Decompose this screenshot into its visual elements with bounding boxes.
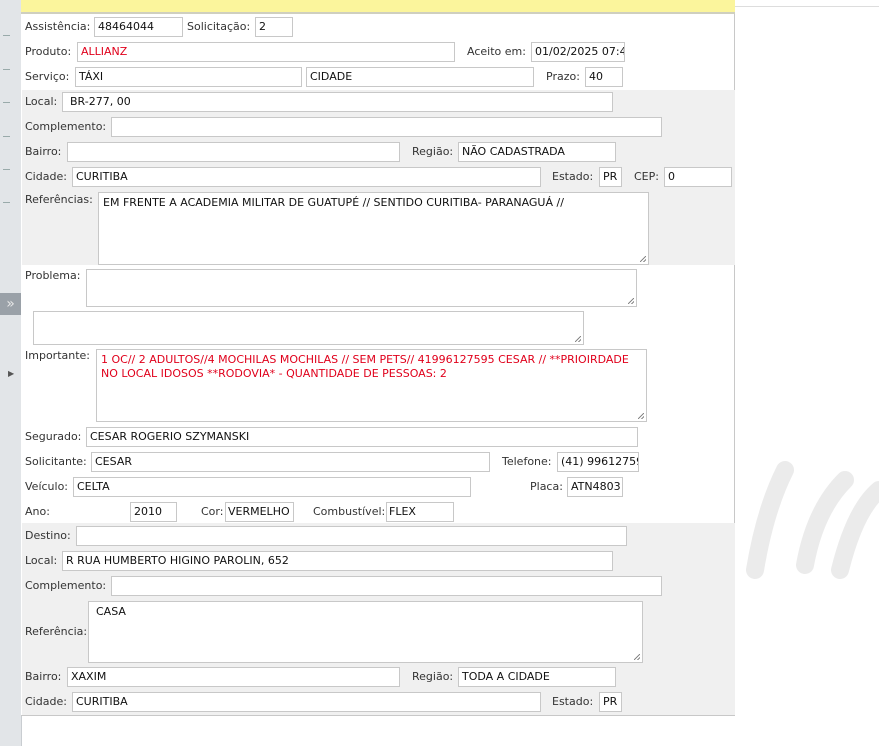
destino-bairro-label: Bairro: — [25, 670, 62, 683]
veiculo-label: Veículo: — [25, 480, 69, 493]
destino-field[interactable] — [76, 526, 627, 546]
solicitacao-label: Solicitação: — [187, 20, 251, 33]
destino-estado-label: Estado: — [552, 695, 594, 708]
importante-textarea[interactable]: 1 OC// 2 ADULTOS//4 MOCHILAS MOCHILAS //… — [96, 349, 647, 422]
title-bar — [21, 0, 735, 14]
destino-referencia-textarea[interactable]: CASA — [88, 601, 643, 663]
solicitacao-field[interactable]: 2 — [255, 17, 293, 37]
destino-complemento-label: Complemento: — [25, 579, 107, 592]
veiculo-field[interactable]: CELTA — [73, 477, 471, 497]
destino-cidade-label: Cidade: — [25, 695, 67, 708]
assistencia-field[interactable]: 48464044 — [94, 17, 183, 37]
destino-estado-field[interactable]: PR — [599, 692, 622, 712]
cep-label: CEP: — [634, 170, 659, 183]
cidade-field[interactable]: CURITIBA — [72, 167, 541, 187]
bairro-field[interactable] — [67, 142, 400, 162]
combustivel-field[interactable]: FLEX — [386, 502, 454, 522]
estado-label: Estado: — [552, 170, 594, 183]
cor-field[interactable]: VERMELHO — [225, 502, 294, 522]
segurado-field[interactable]: CESAR ROGERIO SZYMANSKI — [86, 427, 638, 447]
double-chevron-right-icon: » — [6, 296, 15, 312]
destino-local-field[interactable]: R RUA HUMBERTO HIGINO PAROLIN, 652 — [62, 551, 613, 571]
complemento-label: Complemento: — [25, 120, 107, 133]
ano-field[interactable]: 2010 — [130, 502, 177, 522]
destino-complemento-field[interactable] — [111, 576, 662, 596]
cep-field[interactable]: 0 — [664, 167, 732, 187]
local-field[interactable]: BR-277, 00 — [62, 92, 613, 112]
aceito-field[interactable]: 01/02/2025 07:46 — [531, 42, 625, 62]
expand-sidebar-button[interactable]: » — [0, 293, 21, 315]
destino-regiao-label: Região: — [412, 670, 454, 683]
telefone-label: Telefone: — [502, 455, 552, 468]
solicitante-label: Solicitante: — [25, 455, 87, 468]
problema-label: Problema: — [25, 269, 81, 282]
referencias-label: Referências: — [25, 193, 93, 206]
telefone-field[interactable]: (41) 996127595 — [557, 452, 639, 472]
extra-textarea[interactable] — [33, 311, 584, 345]
prazo-label: Prazo: — [546, 70, 580, 83]
servico-field[interactable]: TÁXI — [75, 67, 302, 87]
destino-local-label: Local: — [25, 554, 58, 567]
combustivel-label: Combustível: — [313, 505, 386, 518]
segurado-label: Segurado: — [25, 430, 82, 443]
destino-bairro-field[interactable]: XAXIM — [67, 667, 400, 687]
servico-tipo-field[interactable]: CIDADE — [306, 67, 534, 87]
cor-label: Cor: — [201, 505, 224, 518]
produto-field[interactable]: ALLIANZ — [77, 42, 455, 62]
ano-label: Ano: — [25, 505, 50, 518]
local-label: Local: — [25, 95, 58, 108]
divider — [735, 6, 879, 7]
destino-cidade-field[interactable]: CURITIBA — [72, 692, 541, 712]
produto-label: Produto: — [25, 45, 72, 58]
cidade-label: Cidade: — [25, 170, 67, 183]
servico-label: Serviço: — [25, 70, 70, 83]
destino-referencia-label: Referência: — [25, 625, 88, 638]
placa-label: Placa: — [530, 480, 563, 493]
expand-arrow-icon[interactable]: ▶ — [8, 369, 14, 378]
regiao-label: Região: — [412, 145, 454, 158]
solicitante-field[interactable]: CESAR — [91, 452, 490, 472]
assistencia-label: Assistência: — [25, 20, 91, 33]
aceito-label: Aceito em: — [467, 45, 526, 58]
destino-label: Destino: — [25, 529, 71, 542]
importante-label: Importante: — [25, 349, 91, 362]
placa-field[interactable]: ATN4803 — [567, 477, 623, 497]
referencias-textarea[interactable]: EM FRENTE A ACADEMIA MILITAR DE GUATUPÉ … — [98, 192, 649, 265]
bairro-label: Bairro: — [25, 145, 62, 158]
prazo-field[interactable]: 40 — [585, 67, 623, 87]
destino-regiao-field[interactable]: TODA A CIDADE — [458, 667, 616, 687]
complemento-field[interactable] — [111, 117, 662, 137]
problema-textarea[interactable] — [86, 269, 637, 307]
estado-field[interactable]: PR — [599, 167, 622, 187]
regiao-field[interactable]: NÃO CADASTRADA — [458, 142, 616, 162]
watermark-logo — [746, 461, 879, 579]
